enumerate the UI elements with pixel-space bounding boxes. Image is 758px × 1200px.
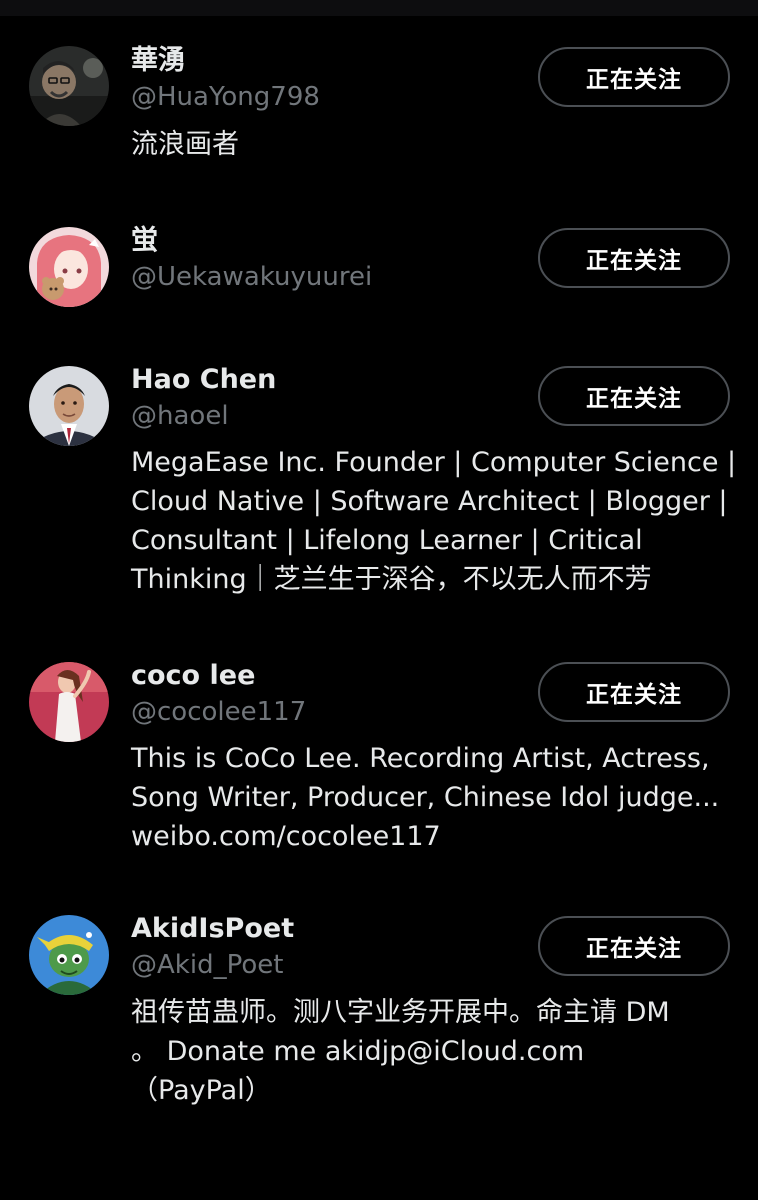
following-button[interactable]: 正在关注 [538,662,730,722]
following-list: 華湧 @HuaYong798 流浪画者 正在关注 蛍 @Uekawakuyuur… [0,0,758,1200]
user-bio: 祖传苗蛊师。测八字业务开展中。命主请 DM 。 Donate me akidjp… [131,997,670,1106]
user-display-name[interactable]: 蛍 [131,224,158,258]
user-display-name[interactable]: Hao Chen [131,363,276,397]
man-with-glasses-avatar[interactable] [29,46,109,126]
following-button[interactable]: 正在关注 [538,366,730,426]
following-button[interactable]: 正在关注 [538,228,730,288]
user-display-name[interactable]: coco lee [131,659,255,693]
user-display-name[interactable]: AkidIsPoet [131,912,294,946]
following-button[interactable]: 正在关注 [538,47,730,107]
user-handle[interactable]: @Uekawakuyuurei [131,260,372,294]
user-handle[interactable]: @Akid_Poet [131,948,283,982]
following-button[interactable]: 正在关注 [538,916,730,976]
woman-white-dress-avatar[interactable] [29,662,109,742]
user-handle[interactable]: @HuaYong798 [131,80,320,114]
man-in-suit-avatar[interactable] [29,366,109,446]
anime-girl-pink-hair-avatar[interactable] [29,227,109,307]
user-handle[interactable]: @haoel [131,399,229,433]
user-handle[interactable]: @cocolee117 [131,695,306,729]
user-bio: MegaEase Inc. Founder | Computer Science… [131,447,737,595]
user-display-name[interactable]: 華湧 [131,44,185,78]
cartoon-creature-avatar[interactable] [29,915,109,995]
user-bio: This is CoCo Lee. Recording Artist, Actr… [131,743,720,852]
user-bio: 流浪画者 [131,129,239,160]
